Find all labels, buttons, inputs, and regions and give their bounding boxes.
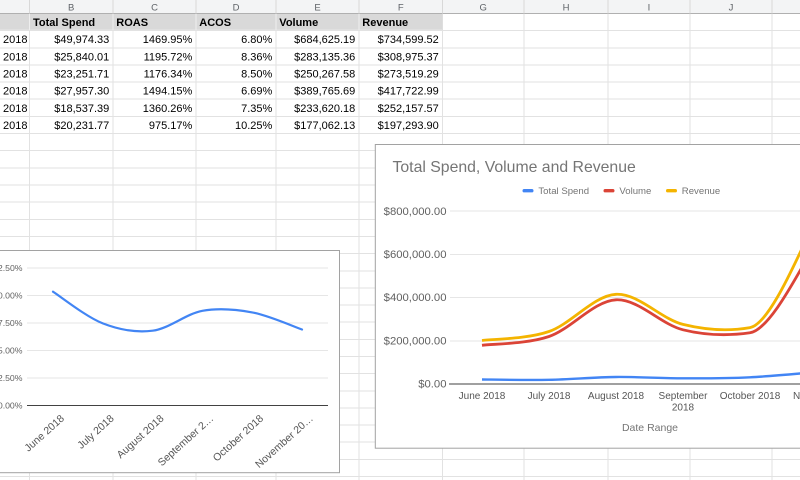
svg-text:Date Range: Date Range — [622, 422, 678, 434]
svg-text:August 2018: August 2018 — [0, 69, 28, 81]
svg-text:6.80%: 6.80% — [241, 34, 272, 46]
svg-text:1360.26%: 1360.26% — [143, 103, 193, 115]
svg-text:$734,599.52: $734,599.52 — [378, 34, 439, 46]
svg-text:June 2018: June 2018 — [459, 391, 506, 402]
svg-text:2018: 2018 — [672, 403, 695, 414]
svg-text:12.50%: 12.50% — [0, 263, 23, 273]
svg-text:$800,000.00: $800,000.00 — [384, 206, 447, 218]
svg-text:$252,157.57: $252,157.57 — [378, 103, 439, 115]
svg-text:$23,251.71: $23,251.71 — [54, 69, 109, 81]
svg-text:$27,957.30: $27,957.30 — [54, 86, 109, 98]
svg-text:$308,975.37: $308,975.37 — [378, 51, 439, 63]
svg-text:July 2018: July 2018 — [0, 51, 28, 63]
svg-text:J: J — [729, 3, 734, 14]
svg-text:$233,620.18: $233,620.18 — [294, 103, 355, 115]
svg-text:$20,231.77: $20,231.77 — [54, 120, 109, 132]
svg-text:7.50%: 7.50% — [0, 318, 23, 328]
svg-text:975.17%: 975.17% — [149, 120, 193, 132]
svg-text:Total Spend: Total Spend — [538, 186, 589, 197]
svg-text:$417,722.99: $417,722.99 — [378, 86, 439, 98]
svg-text:$200,000.00: $200,000.00 — [384, 335, 447, 347]
svg-text:November 2018: November 2018 — [793, 391, 800, 402]
svg-text:1195.72%: 1195.72% — [144, 51, 193, 63]
svg-text:$49,974.33: $49,974.33 — [54, 34, 109, 46]
svg-text:7.35%: 7.35% — [241, 103, 272, 115]
svg-text:0.00%: 0.00% — [0, 401, 23, 411]
svg-text:B: B — [68, 3, 74, 14]
svg-text:G: G — [480, 3, 487, 14]
svg-text:2.50%: 2.50% — [0, 373, 23, 383]
svg-text:June 2018: June 2018 — [0, 34, 28, 46]
svg-text:$25,840.01: $25,840.01 — [54, 51, 109, 63]
svg-text:$600,000.00: $600,000.00 — [384, 249, 447, 261]
svg-text:September: September — [659, 391, 709, 402]
svg-text:November 2018: November 2018 — [0, 120, 28, 132]
svg-text:6.69%: 6.69% — [241, 86, 272, 98]
svg-text:Revenue: Revenue — [682, 186, 720, 197]
svg-text:$197,293.90: $197,293.90 — [378, 120, 439, 132]
svg-text:August 2018: August 2018 — [588, 391, 645, 402]
svg-text:Volume: Volume — [619, 186, 651, 197]
svg-text:8.36%: 8.36% — [241, 51, 272, 63]
svg-text:10.25%: 10.25% — [235, 120, 273, 132]
svg-text:$400,000.00: $400,000.00 — [384, 292, 447, 304]
svg-text:$0.00: $0.00 — [418, 379, 446, 391]
svg-text:October 2018: October 2018 — [720, 391, 781, 402]
svg-text:$684,625.19: $684,625.19 — [294, 34, 355, 46]
svg-text:July 2018: July 2018 — [528, 391, 571, 402]
svg-text:1469.95%: 1469.95% — [143, 34, 193, 46]
svg-text:Revenue: Revenue — [362, 17, 408, 29]
svg-text:F: F — [398, 3, 404, 14]
svg-text:I: I — [648, 3, 651, 14]
svg-text:1176.34%: 1176.34% — [144, 69, 193, 81]
svg-text:$389,765.69: $389,765.69 — [294, 86, 355, 98]
svg-text:$273,519.29: $273,519.29 — [378, 69, 439, 81]
svg-text:E: E — [314, 3, 320, 14]
svg-text:C: C — [151, 3, 158, 14]
svg-text:H: H — [563, 3, 570, 14]
svg-text:D: D — [233, 3, 240, 14]
svg-text:$250,267.58: $250,267.58 — [294, 69, 355, 81]
svg-text:Total Spend, Volume and Revenu: Total Spend, Volume and Revenue — [393, 159, 636, 176]
svg-text:$283,135.36: $283,135.36 — [294, 51, 355, 63]
svg-text:$18,537.39: $18,537.39 — [54, 103, 109, 115]
svg-text:5.00%: 5.00% — [0, 346, 23, 356]
svg-text:Total Spend: Total Spend — [33, 17, 95, 29]
svg-text:ACOS: ACOS — [199, 17, 231, 29]
svg-text:September 2018: September 2018 — [0, 86, 28, 98]
svg-text:10.00%: 10.00% — [0, 291, 23, 301]
svg-text:ROAS: ROAS — [116, 17, 148, 29]
svg-text:October 2018: October 2018 — [0, 103, 28, 115]
svg-text:1494.15%: 1494.15% — [143, 86, 193, 98]
svg-text:$177,062.13: $177,062.13 — [294, 120, 355, 132]
svg-text:Volume: Volume — [279, 17, 318, 29]
svg-text:8.50%: 8.50% — [241, 69, 272, 81]
